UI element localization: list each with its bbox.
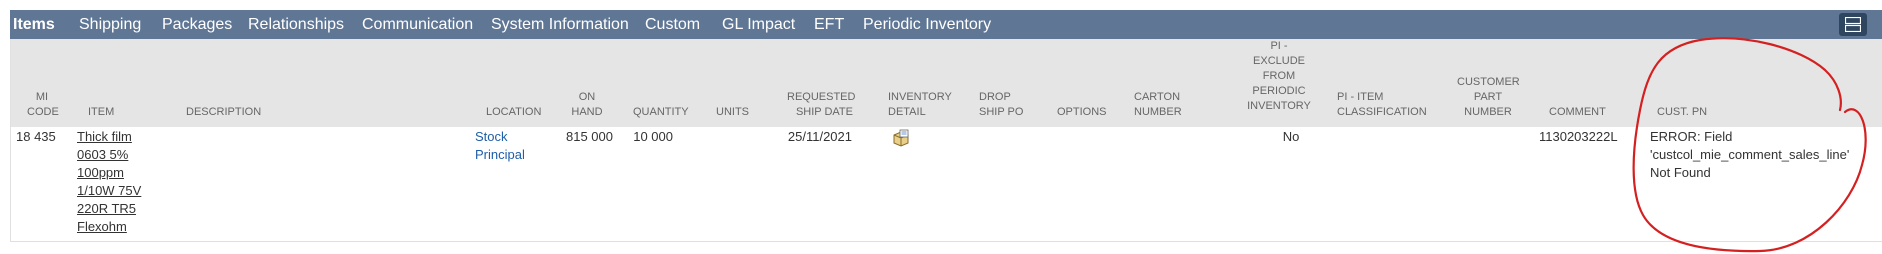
grid-header: MI CODE ITEM DESCRIPTION LOCATION ON HAN… [11, 39, 1882, 127]
col-comment: COMMENT [1549, 106, 1606, 118]
tab-shipping[interactable]: Shipping [79, 15, 141, 35]
col-customer-part-number: CUSTOMER PART NUMBER [1457, 76, 1520, 118]
col-description: DESCRIPTION [186, 106, 262, 118]
col-quantity: QUANTITY [633, 106, 689, 118]
cell-requested-ship-date: 25/11/2021 [787, 129, 852, 144]
items-grid: MI CODE ITEM DESCRIPTION LOCATION ON HAN… [10, 39, 1882, 242]
cell-comment: 1130203222L [1539, 129, 1618, 144]
col-carton-number: CARTON NUMBER [1134, 91, 1182, 118]
cell-quantity: 10 000 [633, 129, 673, 144]
cell-cust-pn-error: ERROR: Field 'custcol_mie_comment_sales_… [1650, 129, 1850, 180]
list-view-icon [1845, 17, 1861, 32]
tab-custom[interactable]: Custom [645, 15, 700, 35]
tab-items[interactable]: Items [13, 15, 55, 35]
col-drop-ship-po: DROP SHIP PO [979, 91, 1024, 118]
col-cust-pn: CUST. PN [1657, 106, 1708, 118]
col-options: OPTIONS [1057, 106, 1107, 118]
col-mi-code: MI CODE [27, 91, 59, 118]
inventory-detail-icon[interactable] [892, 129, 910, 147]
tab-relationships[interactable]: Relationships [248, 15, 344, 35]
col-item: ITEM [88, 106, 115, 118]
col-pi-exclude: PI - EXCLUDE FROM PERIODIC INVENTORY [1247, 40, 1311, 112]
cell-item-link[interactable]: Thick film 0603 5% 100ppm 1/10W 75V 220R… [77, 128, 141, 236]
col-location: LOCATION [486, 106, 542, 118]
tab-system-information[interactable]: System Information [491, 15, 629, 35]
subtab-bar: Items Shipping Packages Relationships Co… [10, 10, 1882, 39]
cell-on-hand: 815 000 [566, 129, 613, 144]
cell-mi-code: 18 435 [16, 129, 56, 144]
col-pi-item-classification: PI - ITEM CLASSIFICATION [1337, 91, 1427, 118]
col-inventory-detail: INVENTORY DETAIL [888, 91, 952, 118]
tab-gl-impact[interactable]: GL Impact [722, 15, 795, 35]
col-requested-ship-date: REQUESTED SHIP DATE [787, 91, 856, 118]
tab-eft[interactable]: EFT [814, 15, 844, 35]
col-on-hand: ON HAND [571, 91, 603, 118]
cell-location-link[interactable]: Stock Principal [475, 128, 525, 164]
list-view-button[interactable] [1839, 13, 1867, 36]
cell-pi-exclude: No [1282, 129, 1300, 144]
col-units: UNITS [716, 106, 749, 118]
tab-packages[interactable]: Packages [162, 15, 232, 35]
tab-communication[interactable]: Communication [362, 15, 473, 35]
tab-periodic-inventory[interactable]: Periodic Inventory [863, 15, 991, 35]
